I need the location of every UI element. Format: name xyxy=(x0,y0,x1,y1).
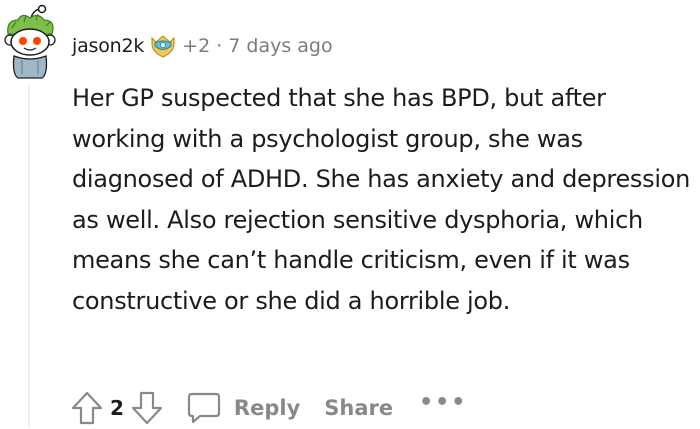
downvote-arrow-icon xyxy=(131,391,163,425)
comment-meta: jason2k +2 · 7 days ago xyxy=(72,32,333,60)
achievement-badge-icon[interactable] xyxy=(150,34,176,58)
comment-body: Her GP suspected that she has BPD, but a… xyxy=(72,84,690,315)
downvote-button[interactable] xyxy=(130,390,164,426)
username-link[interactable]: jason2k xyxy=(72,35,144,57)
timestamp[interactable]: 7 days ago xyxy=(228,35,332,57)
more-options-icon[interactable]: ••• xyxy=(419,390,467,415)
upvote-button[interactable] xyxy=(70,390,104,426)
meta-separator: · xyxy=(216,35,223,57)
reply-label: Reply xyxy=(233,396,301,420)
thread-line[interactable] xyxy=(28,86,30,426)
avatar[interactable] xyxy=(2,4,58,80)
vote-count: 2 xyxy=(110,396,124,420)
award-count[interactable]: +2 xyxy=(182,35,210,57)
reply-button[interactable]: Reply xyxy=(186,391,300,425)
share-button[interactable]: Share xyxy=(324,396,393,420)
speech-bubble-icon xyxy=(187,392,221,424)
comment-actions: 2 Reply Share ••• xyxy=(70,388,467,428)
upvote-arrow-icon xyxy=(71,391,103,425)
snoo-avatar-icon xyxy=(4,4,56,79)
